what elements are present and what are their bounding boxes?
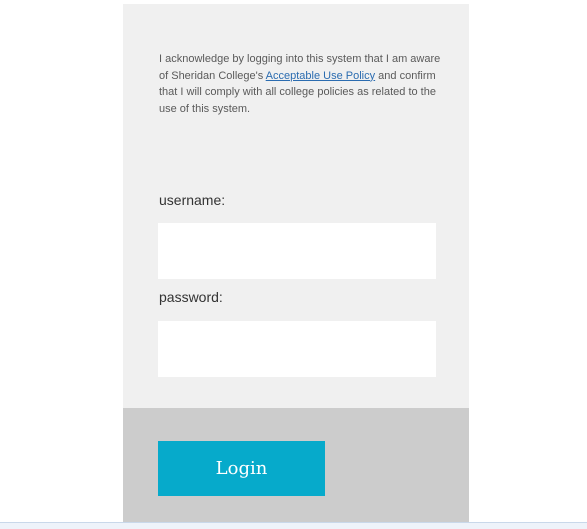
page-bottom-divider bbox=[0, 522, 587, 529]
login-footer: Login bbox=[123, 408, 469, 522]
username-input[interactable] bbox=[158, 223, 436, 279]
password-label: password: bbox=[159, 289, 223, 305]
username-label: username: bbox=[159, 192, 226, 208]
acceptable-use-notice: I acknowledge by logging into this syste… bbox=[159, 51, 449, 117]
login-panel: I acknowledge by logging into this syste… bbox=[123, 4, 469, 522]
login-button[interactable]: Login bbox=[158, 441, 325, 496]
acceptable-use-policy-link[interactable]: Acceptable Use Policy bbox=[266, 70, 375, 82]
password-input[interactable] bbox=[158, 321, 436, 377]
